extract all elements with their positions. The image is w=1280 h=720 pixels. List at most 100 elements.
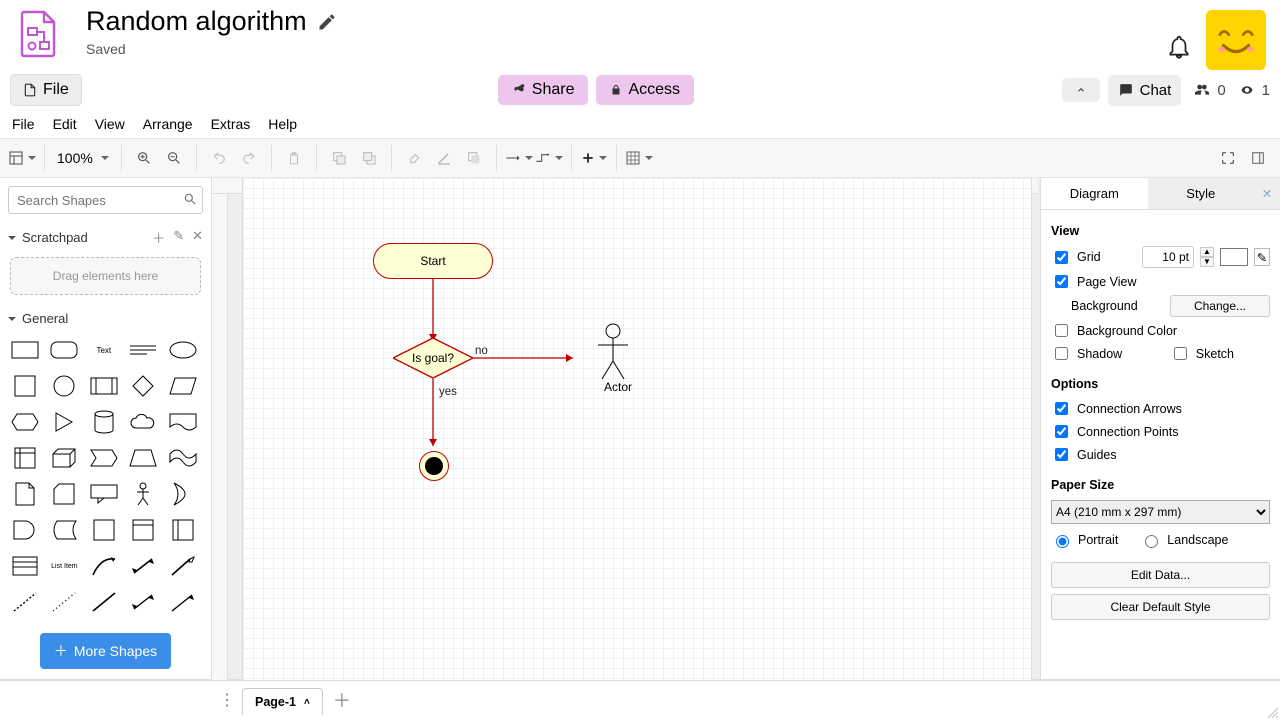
pages-menu-icon[interactable]: ⋮ <box>212 690 242 710</box>
shape-list-item[interactable]: List Item <box>49 554 79 578</box>
shape-or[interactable] <box>168 482 198 506</box>
shape-document[interactable] <box>168 410 198 434</box>
shape-parallelogram[interactable] <box>168 374 198 398</box>
to-front-button[interactable] <box>325 144 353 172</box>
chat-button[interactable]: Chat <box>1108 75 1182 106</box>
line-color-button[interactable] <box>430 144 458 172</box>
menu-file[interactable]: File <box>12 116 35 132</box>
conn-points-checkbox[interactable]: Connection Points <box>1051 422 1178 441</box>
bgcolor-checkbox[interactable]: Background Color <box>1051 321 1177 340</box>
scratchpad-edit-icon[interactable]: ✎ <box>173 228 184 247</box>
view-mode-button[interactable] <box>8 144 36 172</box>
shape-triangle[interactable] <box>49 410 79 434</box>
grid-color-edit-icon[interactable]: ✎ <box>1254 248 1270 266</box>
panel-close-icon[interactable]: ✕ <box>1254 178 1280 209</box>
node-actor[interactable]: Actor <box>593 380 643 394</box>
clear-style-button[interactable]: Clear Default Style <box>1051 594 1270 620</box>
menu-edit[interactable]: Edit <box>53 116 77 132</box>
landscape-radio[interactable]: Landscape <box>1140 532 1228 548</box>
shape-bidir-thin[interactable] <box>128 590 158 614</box>
shadow-button[interactable] <box>460 144 488 172</box>
guides-checkbox[interactable]: Guides <box>1051 445 1117 464</box>
background-change-button[interactable]: Change... <box>1170 295 1270 317</box>
shape-process[interactable] <box>89 374 119 398</box>
zoom-in-button[interactable] <box>130 144 158 172</box>
shape-bidir-arrow[interactable] <box>128 554 158 578</box>
general-header[interactable]: General <box>0 305 211 332</box>
menu-arrange[interactable]: Arrange <box>143 116 193 132</box>
delete-button[interactable] <box>280 144 308 172</box>
tab-diagram[interactable]: Diagram <box>1041 178 1148 209</box>
fill-color-button[interactable] <box>400 144 428 172</box>
shadow-checkbox[interactable]: Shadow <box>1051 344 1122 363</box>
zoom-out-button[interactable] <box>160 144 188 172</box>
shape-trapezoid[interactable] <box>128 446 158 470</box>
scratchpad-dropzone[interactable]: Drag elements here <box>10 257 201 295</box>
grid-color-swatch[interactable] <box>1220 248 1248 266</box>
shape-textbox[interactable] <box>128 338 158 362</box>
shape-data-storage[interactable] <box>49 518 79 542</box>
paper-size-select[interactable]: A4 (210 mm x 297 mm) <box>1051 500 1270 524</box>
shape-diamond[interactable] <box>128 374 158 398</box>
scratchpad-close-icon[interactable]: ✕ <box>192 228 203 247</box>
file-dropdown-button[interactable]: File <box>10 74 82 106</box>
resize-handle-icon[interactable] <box>1268 708 1278 718</box>
shape-step[interactable] <box>89 446 119 470</box>
shape-square[interactable] <box>10 374 40 398</box>
shape-cube[interactable] <box>49 446 79 470</box>
shape-hcontainer[interactable] <box>128 518 158 542</box>
to-back-button[interactable] <box>355 144 383 172</box>
rename-icon[interactable] <box>317 12 337 32</box>
pageview-checkbox[interactable]: Page View <box>1051 272 1137 291</box>
grid-size-stepper[interactable]: ▲▼ <box>1200 247 1214 267</box>
shape-container[interactable] <box>89 518 119 542</box>
tab-style[interactable]: Style <box>1148 178 1255 209</box>
table-button[interactable] <box>625 144 653 172</box>
waypoint-style-button[interactable] <box>535 144 563 172</box>
fullscreen-button[interactable] <box>1214 144 1242 172</box>
search-icon[interactable] <box>183 192 197 206</box>
shape-ellipse[interactable] <box>168 338 198 362</box>
shape-rectangle[interactable] <box>10 338 40 362</box>
share-button[interactable]: Share <box>498 75 589 105</box>
canvas[interactable]: Start Is goal? no yes Actor <box>212 178 1040 679</box>
shape-curve[interactable] <box>89 554 119 578</box>
shape-internal-storage[interactable] <box>10 446 40 470</box>
grid-size-input[interactable] <box>1142 246 1194 268</box>
shape-cloud[interactable] <box>128 410 158 434</box>
page-tab[interactable]: Page-1 ˄ <box>242 688 323 715</box>
shape-circle[interactable] <box>49 374 79 398</box>
node-start[interactable]: Start <box>373 243 493 279</box>
shape-hexagon[interactable] <box>10 410 40 434</box>
insert-button[interactable] <box>580 144 608 172</box>
collapse-button[interactable] <box>1062 78 1100 102</box>
shape-cylinder[interactable] <box>89 410 119 434</box>
format-panel-toggle[interactable] <box>1244 144 1272 172</box>
node-decision[interactable]: Is goal? <box>393 338 473 378</box>
edit-data-button[interactable]: Edit Data... <box>1051 562 1270 588</box>
shape-callout[interactable] <box>89 482 119 506</box>
add-page-button[interactable]: ＋ <box>333 687 351 713</box>
redo-button[interactable] <box>235 144 263 172</box>
conn-arrows-checkbox[interactable]: Connection Arrows <box>1051 399 1182 418</box>
zoom-level[interactable]: 100% <box>53 150 113 166</box>
shape-actor[interactable] <box>128 482 158 506</box>
node-terminal[interactable] <box>419 451 449 481</box>
access-button[interactable]: Access <box>596 75 694 105</box>
shape-dotted-line[interactable] <box>49 590 79 614</box>
shape-dir-thin[interactable] <box>168 590 198 614</box>
canvas-page[interactable]: Start Is goal? no yes Actor <box>242 178 1032 680</box>
undo-button[interactable] <box>205 144 233 172</box>
shape-card[interactable] <box>49 482 79 506</box>
shape-note[interactable] <box>10 482 40 506</box>
more-shapes-button[interactable]: ＋ More Shapes <box>40 633 171 669</box>
sketch-checkbox[interactable]: Sketch <box>1170 344 1234 363</box>
shape-text[interactable]: Text <box>89 338 119 362</box>
shape-tape[interactable] <box>168 446 198 470</box>
shape-line[interactable] <box>89 590 119 614</box>
search-input[interactable] <box>8 186 203 214</box>
portrait-radio[interactable]: Portrait <box>1051 532 1118 548</box>
menu-view[interactable]: View <box>95 116 125 132</box>
shape-list[interactable] <box>10 554 40 578</box>
scratchpad-header[interactable]: Scratchpad ＋ ✎ ✕ <box>0 222 211 253</box>
